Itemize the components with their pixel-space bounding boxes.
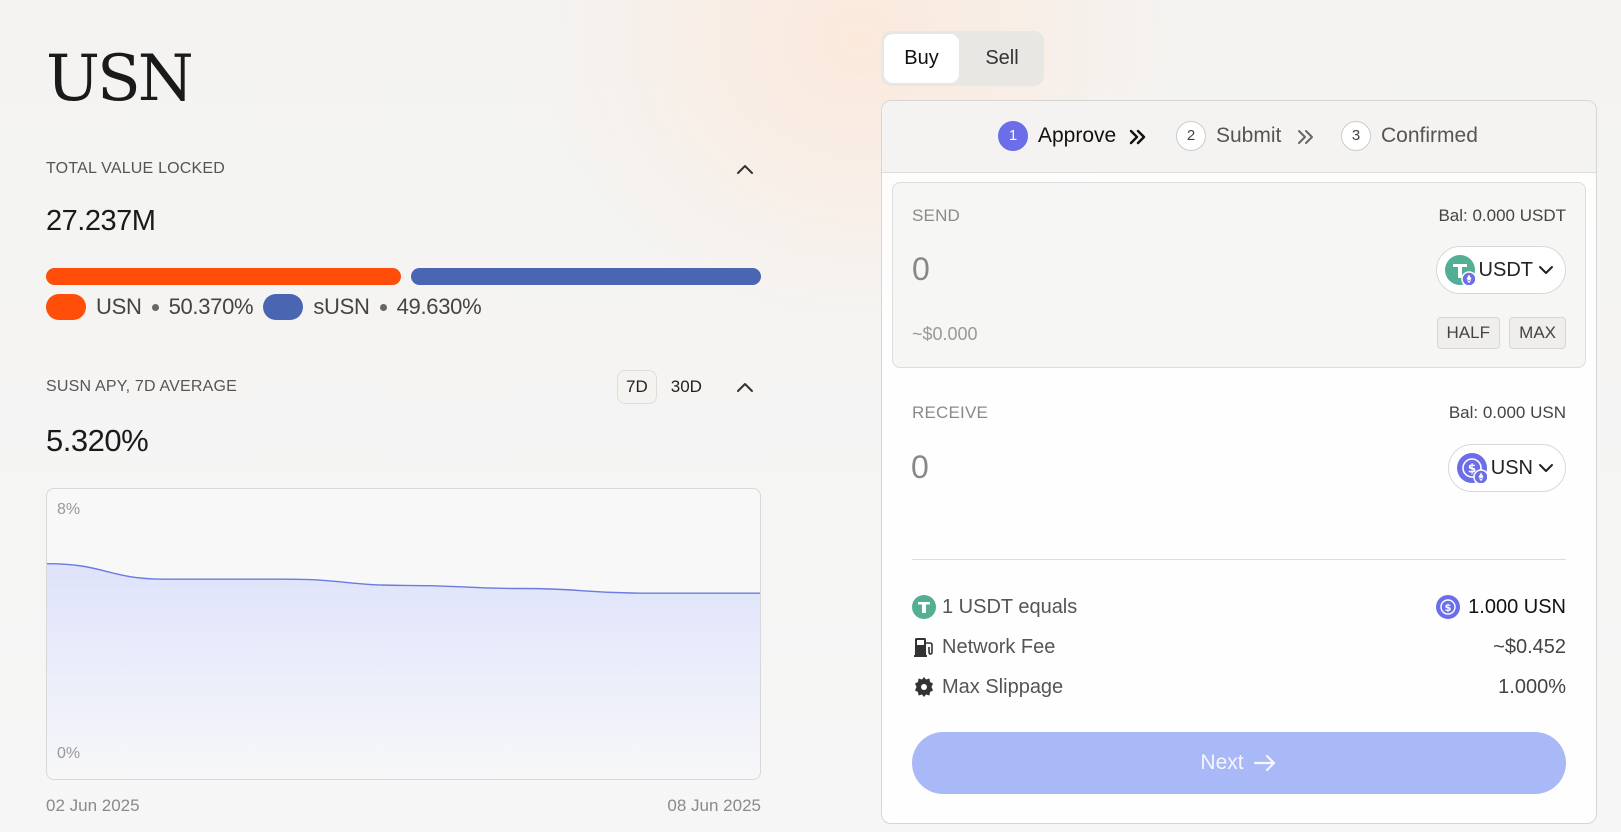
step-label: Confirmed [1381,124,1478,147]
apy-chart-svg [47,563,760,779]
send-balance: Bal: 0.000 USDT [1438,206,1566,225]
tvl-legend: USN 50.370% sUSN 49.630% [46,294,482,320]
exchange-rate-row: 1 USDT equals $ 1.000 USN [912,592,1566,622]
network-fee-row: Network Fee ~$0.452 [912,632,1566,662]
separator-dot [379,303,387,311]
send-amount-input[interactable] [912,251,1212,288]
usn-token-icon: $ [1456,453,1489,485]
tvl-value: 27.237M [46,205,156,237]
usn-icon: $ [1436,595,1461,619]
usn-legend-swatch [46,294,86,320]
apy-label: SUSN APY, 7D AVERAGE [46,378,238,395]
rate-right-text: 1.000 USN [1468,595,1566,618]
susn-legend-swatch [263,294,304,320]
sell-tab[interactable]: Sell [963,34,1041,83]
susn-legend-percent: 49.630% [396,294,482,319]
buy-sell-toggle: Buy Sell [881,31,1044,86]
apy-range-tabs: 7D 30D [617,370,710,404]
next-button-label: Next [1200,751,1244,774]
receive-label: RECEIVE [912,403,989,422]
separator-dot [151,303,159,311]
half-button[interactable]: HALF [1436,317,1500,349]
receive-amount-input[interactable] [911,449,1211,486]
step-submit: 2 Submit [1176,121,1281,151]
tvl-collapse-chevron-up-icon[interactable] [734,159,756,181]
fuel-pump-icon [914,638,933,657]
y-tick-label-bottom: 0% [57,745,81,762]
tab-30d[interactable]: 30D [663,371,710,403]
tvl-split-bar [46,268,761,285]
send-panel: SEND Bal: 0.000 USDT USDT ~$0.000 HALF M… [892,182,1586,368]
divider [912,559,1566,560]
apy-value: 5.320% [46,423,149,458]
tab-7d[interactable]: 7D [617,370,657,404]
step-label: Approve [1038,124,1117,147]
svg-text:$: $ [1445,603,1452,614]
apy-collapse-chevron-up-icon[interactable] [734,377,756,399]
apy-chart: 8% 0% [46,488,761,780]
trade-card: 1 Approve 2 Submit 3 Confirmed SEND Bal:… [881,100,1597,824]
send-label: SEND [912,206,961,225]
step-number: 1 [998,121,1028,151]
double-chevron-right-icon [1294,125,1318,154]
send-token-selector[interactable]: USDT [1435,246,1566,294]
apy-area-fill [47,563,760,779]
next-button[interactable]: Next [912,732,1566,794]
x-tick-label-end: 08 Jun 2025 [667,796,761,815]
max-button[interactable]: MAX [1509,317,1566,349]
receive-balance: Bal: 0.000 USN [1448,403,1566,422]
buy-tab[interactable]: Buy [884,34,959,83]
double-chevron-right-icon [1126,125,1150,154]
tvl-label: TOTAL VALUE LOCKED [46,160,226,177]
x-tick-label-start: 02 Jun 2025 [46,796,140,815]
usdt-icon [912,595,936,619]
step-approve: 1 Approve [998,121,1116,151]
chevron-down-icon [1539,464,1553,472]
y-tick-label-top: 8% [57,501,81,518]
progress-steps: 1 Approve 2 Submit 3 Confirmed [882,101,1596,173]
receive-token-name: USN [1490,456,1533,479]
usn-legend-percent: 50.370% [168,294,254,319]
max-slippage-row: Max Slippage 1.000% [912,672,1566,702]
susn-share-bar [411,268,761,285]
usn-legend-name: USN [96,294,142,319]
step-label: Submit [1216,124,1282,147]
receive-token-selector[interactable]: $ USN [1447,444,1566,492]
gear-icon [915,677,933,697]
send-usd-value: ~$0.000 [912,324,978,344]
rate-left-text: 1 USDT equals [942,595,1078,618]
send-token-name: USDT [1478,258,1533,281]
network-fee-label: Network Fee [942,635,1056,658]
step-number: 2 [1176,121,1206,151]
usn-share-bar [46,268,402,285]
max-slippage-value: 1.000% [1498,675,1566,698]
max-slippage-label: Max Slippage [942,675,1064,698]
arrow-right-icon [1253,754,1275,772]
susn-legend-name: sUSN [313,294,370,319]
usn-logo: USN [46,42,194,116]
usdt-token-icon [1444,255,1477,287]
step-confirmed: 3 Confirmed [1341,121,1478,151]
chevron-down-icon [1539,266,1553,274]
network-fee-value: ~$0.452 [1493,635,1566,658]
step-number: 3 [1341,121,1371,151]
